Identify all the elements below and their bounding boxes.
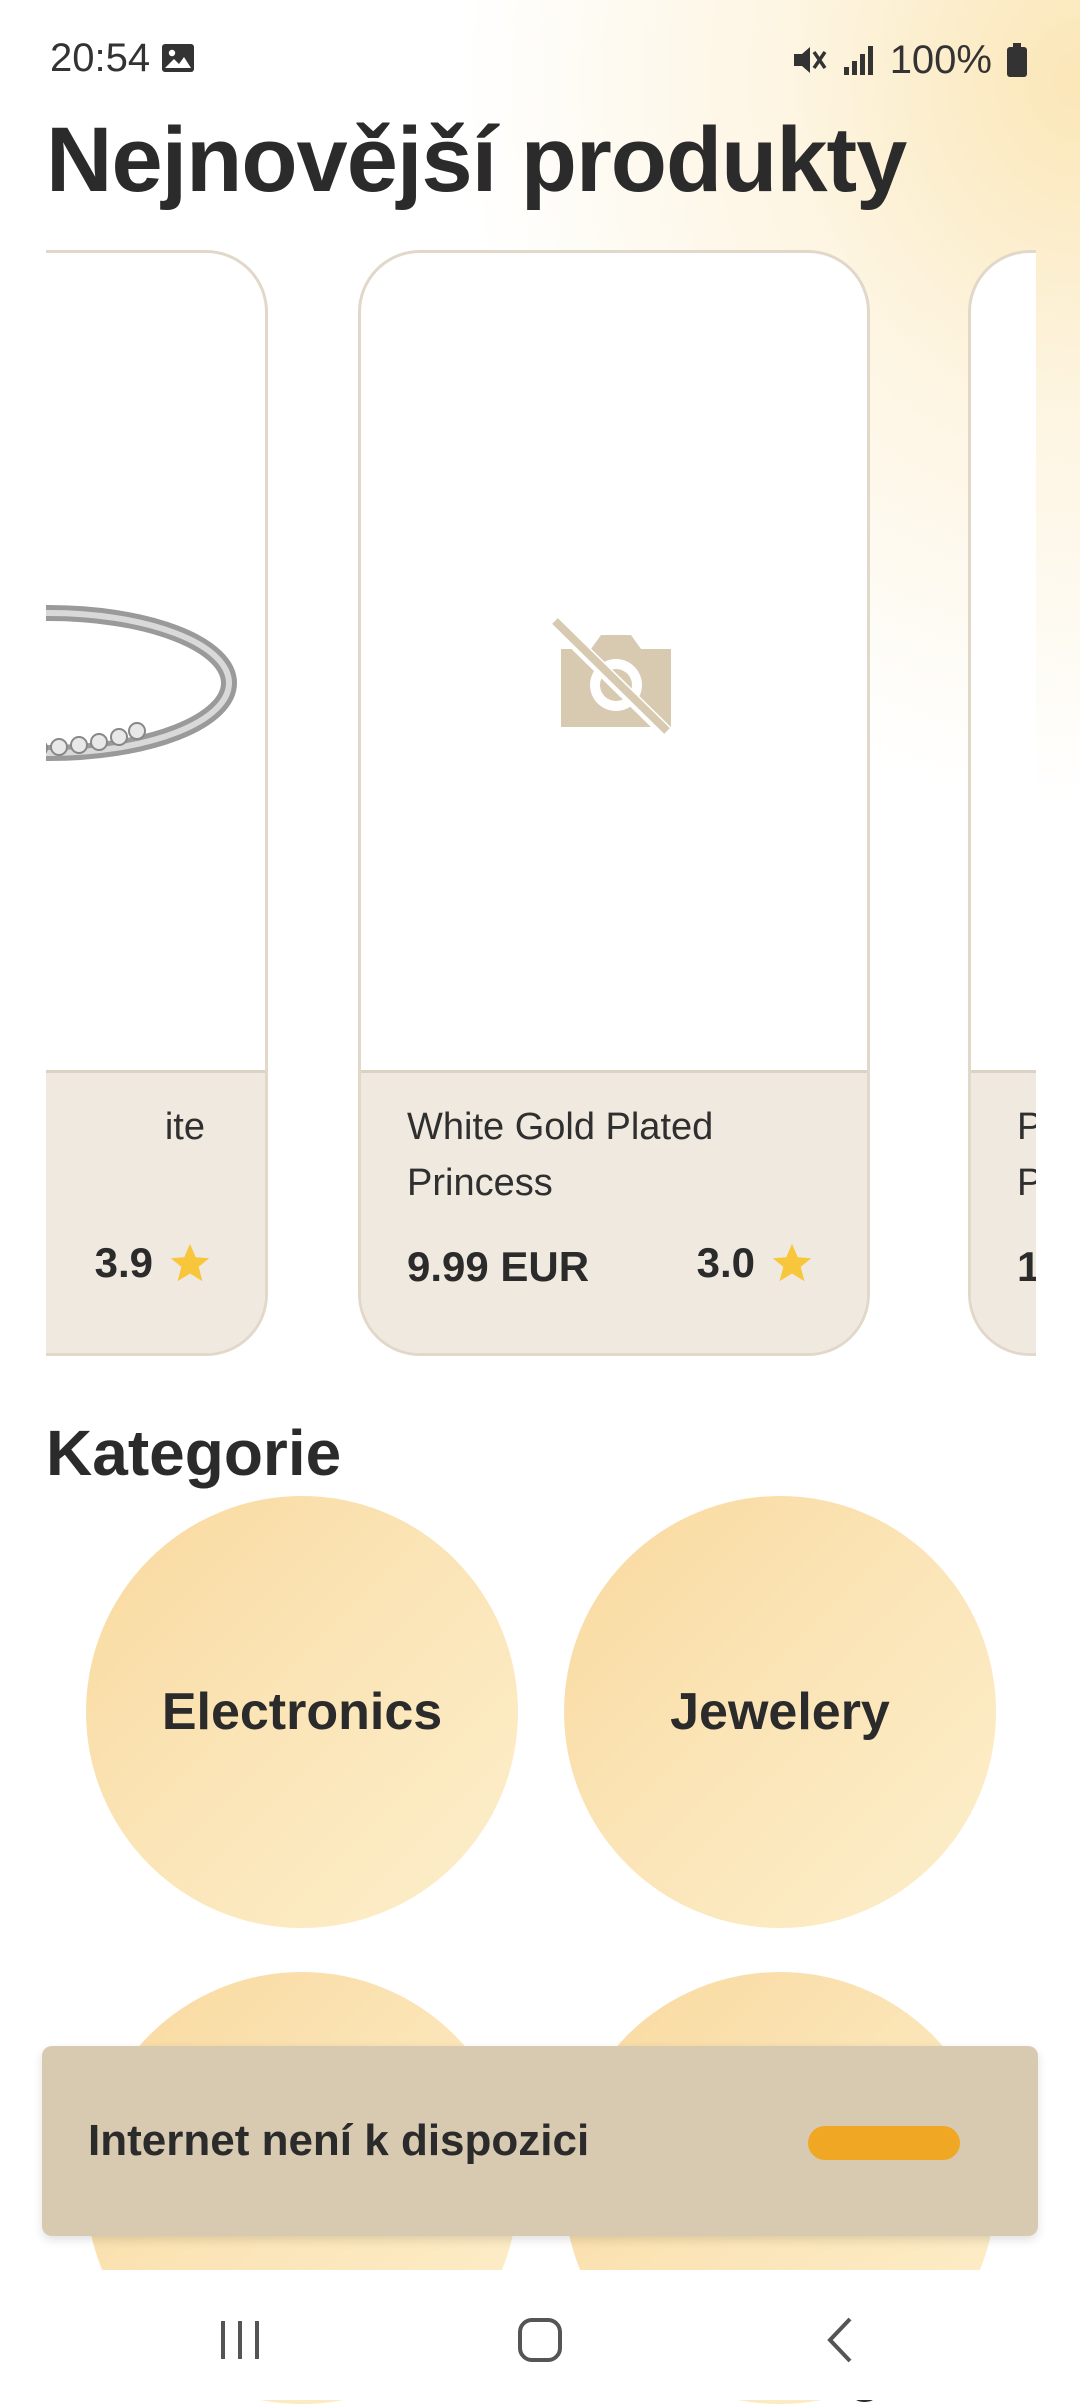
status-bar: 20:54 100%	[0, 0, 1080, 120]
battery-percent: 100%	[889, 37, 992, 82]
product-carousel[interactable]: ite 3.9 White Gold Plated Princess 9.99 …	[46, 248, 1036, 1368]
navigation-bar	[0, 2270, 1080, 2400]
back-button[interactable]	[790, 2300, 890, 2380]
rating-value: 3.9	[94, 1239, 153, 1286]
signal-icon	[843, 46, 873, 75]
category-label: Jewelery	[670, 1683, 890, 1741]
category-jewelery[interactable]: Jewelery	[564, 1496, 996, 1928]
home-button[interactable]	[490, 2300, 590, 2380]
recent-apps-icon	[221, 2321, 259, 2359]
no-photo-icon	[552, 618, 674, 740]
rating-value: 3.0	[696, 1239, 755, 1286]
product-name: P P	[1017, 1099, 1036, 1211]
back-icon	[827, 2317, 852, 2363]
snackbar-message: Internet není k dispozici	[88, 2116, 590, 2165]
product-rating: 3.9	[95, 1239, 213, 1287]
product-price: 1	[1017, 1243, 1036, 1291]
category-label: Electronics	[161, 1683, 443, 1741]
product-card[interactable]: White Gold Plated Princess 9.99 EUR 3.0	[358, 250, 870, 1356]
product-card[interactable]: P P 1	[968, 250, 1036, 1356]
ring-image	[46, 605, 237, 761]
categories-title: Kategorie	[46, 1417, 342, 1489]
home-icon	[518, 2318, 562, 2362]
battery-icon	[1007, 43, 1027, 77]
gallery-icon	[162, 44, 194, 72]
category-electronics[interactable]: Electronics	[86, 1496, 518, 1928]
product-card[interactable]: ite 3.9	[46, 250, 268, 1356]
status-right-group: 100%	[790, 36, 1028, 84]
product-rating: 3.0	[697, 1239, 815, 1287]
mute-icon	[793, 47, 827, 73]
product-info: White Gold Plated Princess 9.99 EUR 3.0	[361, 1070, 867, 1353]
product-price: 9.99 EUR	[407, 1243, 590, 1290]
star-icon	[170, 1243, 210, 1282]
product-name: White Gold Plated Princess	[407, 1106, 714, 1204]
page-title: Nejnovější produkty	[46, 109, 907, 211]
product-name: ite	[164, 1106, 205, 1148]
product-info: ite 3.9	[46, 1070, 265, 1353]
status-time: 20:54	[50, 36, 151, 80]
recent-apps-button[interactable]	[190, 2300, 290, 2380]
snackbar-indicator	[808, 2126, 960, 2160]
product-info: P P 1	[971, 1070, 1036, 1353]
offline-snackbar: Internet není k dispozici	[42, 2046, 1038, 2236]
star-icon	[772, 1243, 812, 1282]
